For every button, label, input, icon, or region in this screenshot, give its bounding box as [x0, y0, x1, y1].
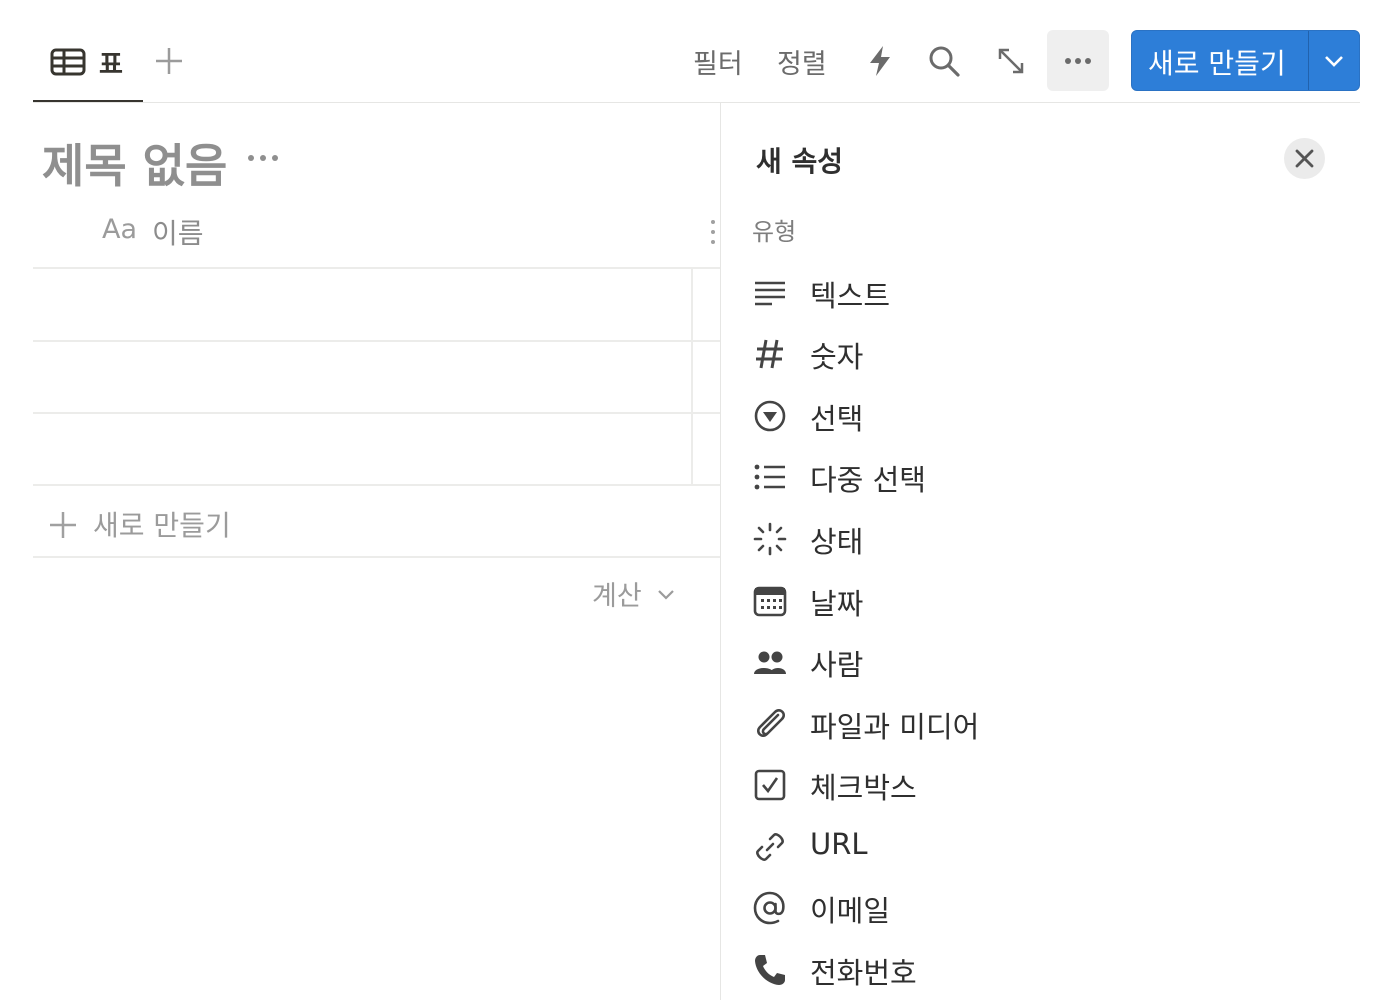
table-row[interactable]	[33, 342, 720, 412]
search-button[interactable]	[927, 44, 961, 78]
chevron-down-icon[interactable]	[656, 584, 676, 604]
property-type-checkbox[interactable]: 체크박스	[740, 757, 1340, 813]
property-type-label: 날짜	[810, 587, 864, 621]
panel-divider	[720, 103, 721, 1000]
title-property-icon: Aa	[102, 214, 138, 245]
new-button[interactable]: 새로 만들기	[1131, 30, 1360, 91]
property-type-text[interactable]: 텍스트	[740, 265, 1340, 321]
people-icon	[752, 644, 788, 680]
expand-button[interactable]	[994, 44, 1028, 78]
property-type-label: 체크박스	[810, 771, 917, 805]
property-type-label: 이메일	[810, 894, 891, 928]
calendar-icon	[752, 583, 788, 619]
row-divider	[33, 484, 720, 486]
property-type-person[interactable]: 사람	[740, 634, 1340, 690]
tab-table-view[interactable]: 표	[33, 30, 143, 104]
property-type-email[interactable]: 이메일	[740, 880, 1340, 936]
property-type-files[interactable]: 파일과 미디어	[740, 696, 1340, 752]
at-icon	[752, 890, 788, 926]
property-type-label: 선택	[810, 402, 864, 436]
property-type-label: URL	[810, 827, 868, 861]
property-type-label: 사람	[810, 648, 864, 682]
search-icon	[929, 46, 960, 77]
expand-icon	[998, 48, 1024, 74]
add-row-label: 새로 만들기	[93, 509, 231, 542]
table-icon	[50, 48, 86, 76]
plus-icon	[48, 510, 78, 540]
number-icon	[752, 336, 788, 372]
property-type-phone[interactable]: 전화번호	[740, 942, 1340, 998]
text-icon	[752, 275, 788, 311]
ellipsis-icon	[248, 155, 278, 161]
select-icon	[752, 398, 788, 434]
plus-icon	[156, 48, 182, 74]
button-separator	[1308, 31, 1309, 90]
vertical-dots-icon	[711, 220, 715, 244]
property-type-url[interactable]: URL	[740, 819, 1340, 875]
property-type-date[interactable]: 날짜	[740, 573, 1340, 629]
property-type-label: 텍스트	[810, 279, 891, 313]
lightning-icon	[870, 46, 890, 76]
status-icon	[752, 521, 788, 557]
page-title[interactable]: 제목 없음	[42, 130, 227, 196]
ellipsis-icon	[1065, 58, 1091, 64]
property-type-status[interactable]: 상태	[740, 511, 1340, 567]
property-type-label: 상태	[810, 525, 864, 559]
filter-button[interactable]: 필터	[693, 42, 743, 81]
table-row[interactable]	[33, 269, 720, 339]
paperclip-icon	[752, 706, 788, 742]
link-icon	[752, 829, 788, 865]
tab-label: 표	[99, 50, 123, 80]
more-options-button[interactable]	[1047, 30, 1109, 91]
sort-button[interactable]: 정렬	[777, 42, 827, 81]
property-type-label: 숫자	[810, 340, 864, 374]
toolbar-divider	[33, 102, 1360, 103]
column-divider	[691, 269, 693, 484]
panel-title: 새 속성	[756, 145, 844, 178]
automation-button[interactable]	[863, 44, 897, 78]
chevron-down-icon[interactable]	[1322, 49, 1346, 73]
new-button-label: 새로 만들기	[1148, 47, 1286, 80]
column-drag-handle[interactable]	[707, 218, 719, 246]
close-button[interactable]	[1284, 138, 1325, 179]
table-row[interactable]	[33, 414, 720, 484]
add-row-button[interactable]: 새로 만들기	[33, 488, 720, 556]
property-type-select[interactable]: 선택	[740, 388, 1340, 444]
property-type-number[interactable]: 숫자	[740, 326, 1340, 382]
multi-select-icon	[752, 459, 788, 495]
calculate-button[interactable]: 계산	[592, 574, 642, 613]
section-label: 유형	[752, 218, 797, 246]
checkbox-icon	[752, 767, 788, 803]
close-icon	[1295, 149, 1314, 168]
name-column-header[interactable]: 이름	[152, 212, 204, 252]
property-type-multi-select[interactable]: 다중 선택	[740, 449, 1340, 505]
property-type-label: 다중 선택	[810, 463, 926, 497]
add-view-button[interactable]	[152, 44, 186, 78]
property-type-label: 전화번호	[810, 956, 917, 990]
footer-divider	[33, 556, 720, 558]
title-more-button[interactable]	[245, 148, 281, 168]
property-type-label: 파일과 미디어	[810, 710, 980, 744]
phone-icon	[752, 952, 788, 988]
